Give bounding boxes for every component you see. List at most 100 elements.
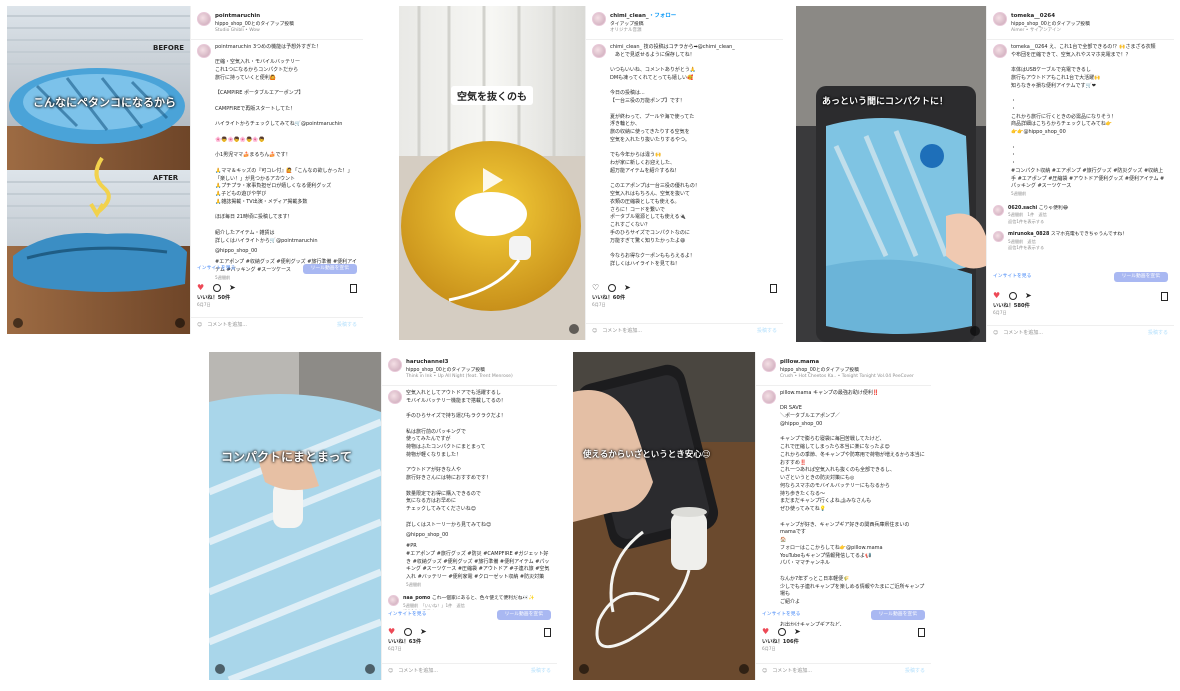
comment-icon[interactable] [1009, 292, 1017, 300]
bookmark-icon[interactable] [918, 627, 925, 637]
collab-label[interactable]: hippo_shop_00とのタイアップ投稿 [406, 367, 513, 374]
emoji-icon[interactable]: ☺ [197, 322, 202, 330]
avatar[interactable] [388, 595, 399, 607]
collab-label[interactable]: タイアップ投稿 [610, 21, 676, 28]
mute-icon[interactable] [365, 664, 375, 674]
collab-label[interactable]: hippo_shop_00とのタイアップ投稿 [215, 21, 294, 28]
like-count[interactable]: いいね！63件 [388, 638, 551, 646]
emoji-icon[interactable]: ☺ [388, 668, 393, 676]
comment-input[interactable]: コメントを追加... [1003, 330, 1043, 338]
emoji-icon[interactable]: ☺ [592, 328, 597, 336]
heart-icon[interactable]: ♥ [197, 284, 205, 292]
like-count[interactable]: いいね！50件 [197, 294, 357, 302]
avatar[interactable] [993, 204, 1004, 216]
avatar[interactable] [993, 12, 1007, 26]
comment-input[interactable]: コメントを追加... [772, 668, 812, 676]
avatar[interactable] [197, 12, 211, 26]
promote-reel-button[interactable]: リール動画を宣伝 [302, 264, 357, 274]
audio-label[interactable]: Think in Ink • Up All Night (feat. Trent… [406, 374, 513, 381]
heart-icon[interactable]: ♥ [762, 628, 770, 636]
post-media-2[interactable]: 空気を抜くのも [399, 6, 585, 340]
follow-button[interactable]: ・フォロー [649, 13, 677, 19]
username[interactable]: pointmaruchin [215, 12, 294, 21]
heart-icon[interactable]: ♡ [592, 284, 600, 292]
heart-icon[interactable]: ♥ [993, 292, 1001, 300]
post-media-5[interactable]: 使えるからいざというとき安心😉 [573, 352, 755, 680]
collab-label[interactable]: hippo_shop_00とのタイアップ投稿 [780, 367, 914, 374]
comment-icon[interactable] [608, 284, 616, 292]
like-count[interactable]: いいね！580件 [993, 302, 1168, 310]
share-icon[interactable]: ➤ [420, 628, 428, 636]
hashtags[interactable]: #PR #エアポンプ #旅行グッズ #防災 #CAMPFIRE #ガジェット好き… [406, 543, 551, 582]
promote-reel-button[interactable]: リール動画を宣伝 [870, 610, 925, 620]
audio-label[interactable]: Aimer • サイアンアイン [1011, 28, 1090, 35]
mute-icon[interactable] [970, 326, 980, 336]
view-replies-link[interactable]: 返信1件を表示する [1008, 219, 1068, 226]
comment-icon[interactable] [404, 628, 412, 636]
comment-user[interactable]: naa_pomo [403, 596, 430, 601]
insight-link[interactable]: インサイトを見る [993, 273, 1031, 280]
comment-input[interactable]: コメントを追加... [602, 328, 642, 336]
avatar[interactable] [388, 389, 402, 404]
avatar[interactable] [197, 43, 211, 58]
share-icon[interactable]: ➤ [794, 628, 802, 636]
audio-label[interactable]: Studio Ghibli • Wow [215, 28, 294, 35]
avatar[interactable] [592, 43, 606, 58]
bookmark-icon[interactable] [350, 283, 357, 293]
share-icon[interactable]: ➤ [1025, 292, 1033, 300]
username[interactable]: chimi_clean_ [610, 13, 649, 19]
avatar[interactable] [388, 358, 402, 372]
share-icon[interactable]: ➤ [624, 284, 632, 292]
promote-reel-button[interactable]: リール動画を宣伝 [1113, 272, 1168, 282]
user-tag-icon[interactable] [579, 664, 589, 674]
like-count[interactable]: いいね！60件 [592, 294, 777, 302]
heart-icon[interactable]: ♥ [388, 628, 396, 636]
mute-icon[interactable] [569, 324, 579, 334]
collab-label[interactable]: hippo_shop_00とのタイアップ投稿 [1011, 21, 1090, 28]
post-media-4[interactable]: コンパクトにまとまって [209, 352, 381, 680]
view-replies-link[interactable]: 返信1件を表示する [1008, 245, 1127, 252]
emoji-icon[interactable]: ☺ [993, 330, 998, 338]
user-tag-icon[interactable] [13, 318, 23, 328]
comment-input[interactable]: コメントを追加... [207, 322, 247, 330]
promote-reel-button[interactable]: リール動画を宣伝 [496, 610, 551, 620]
username[interactable]: haruchannel3 [406, 358, 513, 367]
comment-icon[interactable] [778, 628, 786, 636]
insight-link[interactable]: インサイトを見る [197, 265, 235, 272]
audio-label[interactable]: Crush • Hot Cheetos Ka.. • Tonight Tonig… [780, 374, 914, 381]
avatar[interactable] [762, 358, 776, 372]
bookmark-icon[interactable] [544, 627, 551, 637]
post-comment-button[interactable]: 投稿する [757, 328, 777, 336]
comment-icon[interactable] [213, 284, 221, 292]
hashtags[interactable]: #コンパクト収納 #エアポンプ #旅行グッズ #防災グッズ #収納上手 #エアポ… [1011, 168, 1168, 191]
like-count[interactable]: いいね！106件 [762, 638, 925, 646]
share-icon[interactable]: ➤ [229, 284, 237, 292]
tagged-user-link[interactable]: @hippo_shop_00 [215, 248, 357, 256]
mute-icon[interactable] [175, 318, 185, 328]
comment-user[interactable]: mirunoka_0828 [1008, 232, 1049, 237]
avatar[interactable] [993, 231, 1004, 243]
avatar[interactable] [762, 389, 776, 404]
avatar[interactable] [993, 43, 1007, 58]
username[interactable]: tomeka__0264 [1011, 12, 1090, 21]
post-comment-button[interactable]: 投稿する [531, 668, 551, 676]
insight-link[interactable]: インサイトを見る [762, 611, 800, 618]
post-comment-button[interactable]: 投稿する [337, 322, 357, 330]
comment-input[interactable]: コメントを追加... [398, 668, 438, 676]
bookmark-icon[interactable] [1161, 291, 1168, 301]
tagged-user-link[interactable]: @hippo_shop_00 [406, 532, 551, 540]
post-comment-button[interactable]: 投稿する [1148, 330, 1168, 338]
insight-link[interactable]: インサイトを見る [388, 611, 426, 618]
bookmark-icon[interactable] [770, 283, 777, 293]
comment-user[interactable]: 0620.sachi [1008, 206, 1037, 211]
avatar[interactable] [592, 12, 606, 26]
audio-label[interactable]: オリジナル音源 [610, 28, 676, 35]
post-comment-button[interactable]: 投稿する [905, 668, 925, 676]
emoji-icon[interactable]: ☺ [762, 668, 767, 676]
post-media-3[interactable]: あっという間にコンパクトに！ [796, 6, 986, 342]
mute-icon[interactable] [739, 664, 749, 674]
post-header: chimi_clean_・フォロー タイアップ投稿 オリジナル音源 [586, 6, 783, 40]
user-tag-icon[interactable] [215, 664, 225, 674]
username[interactable]: pillow.mama [780, 358, 914, 367]
post-media-1[interactable]: こんなにペタンコになるから BEFORE AFTER [7, 6, 191, 334]
